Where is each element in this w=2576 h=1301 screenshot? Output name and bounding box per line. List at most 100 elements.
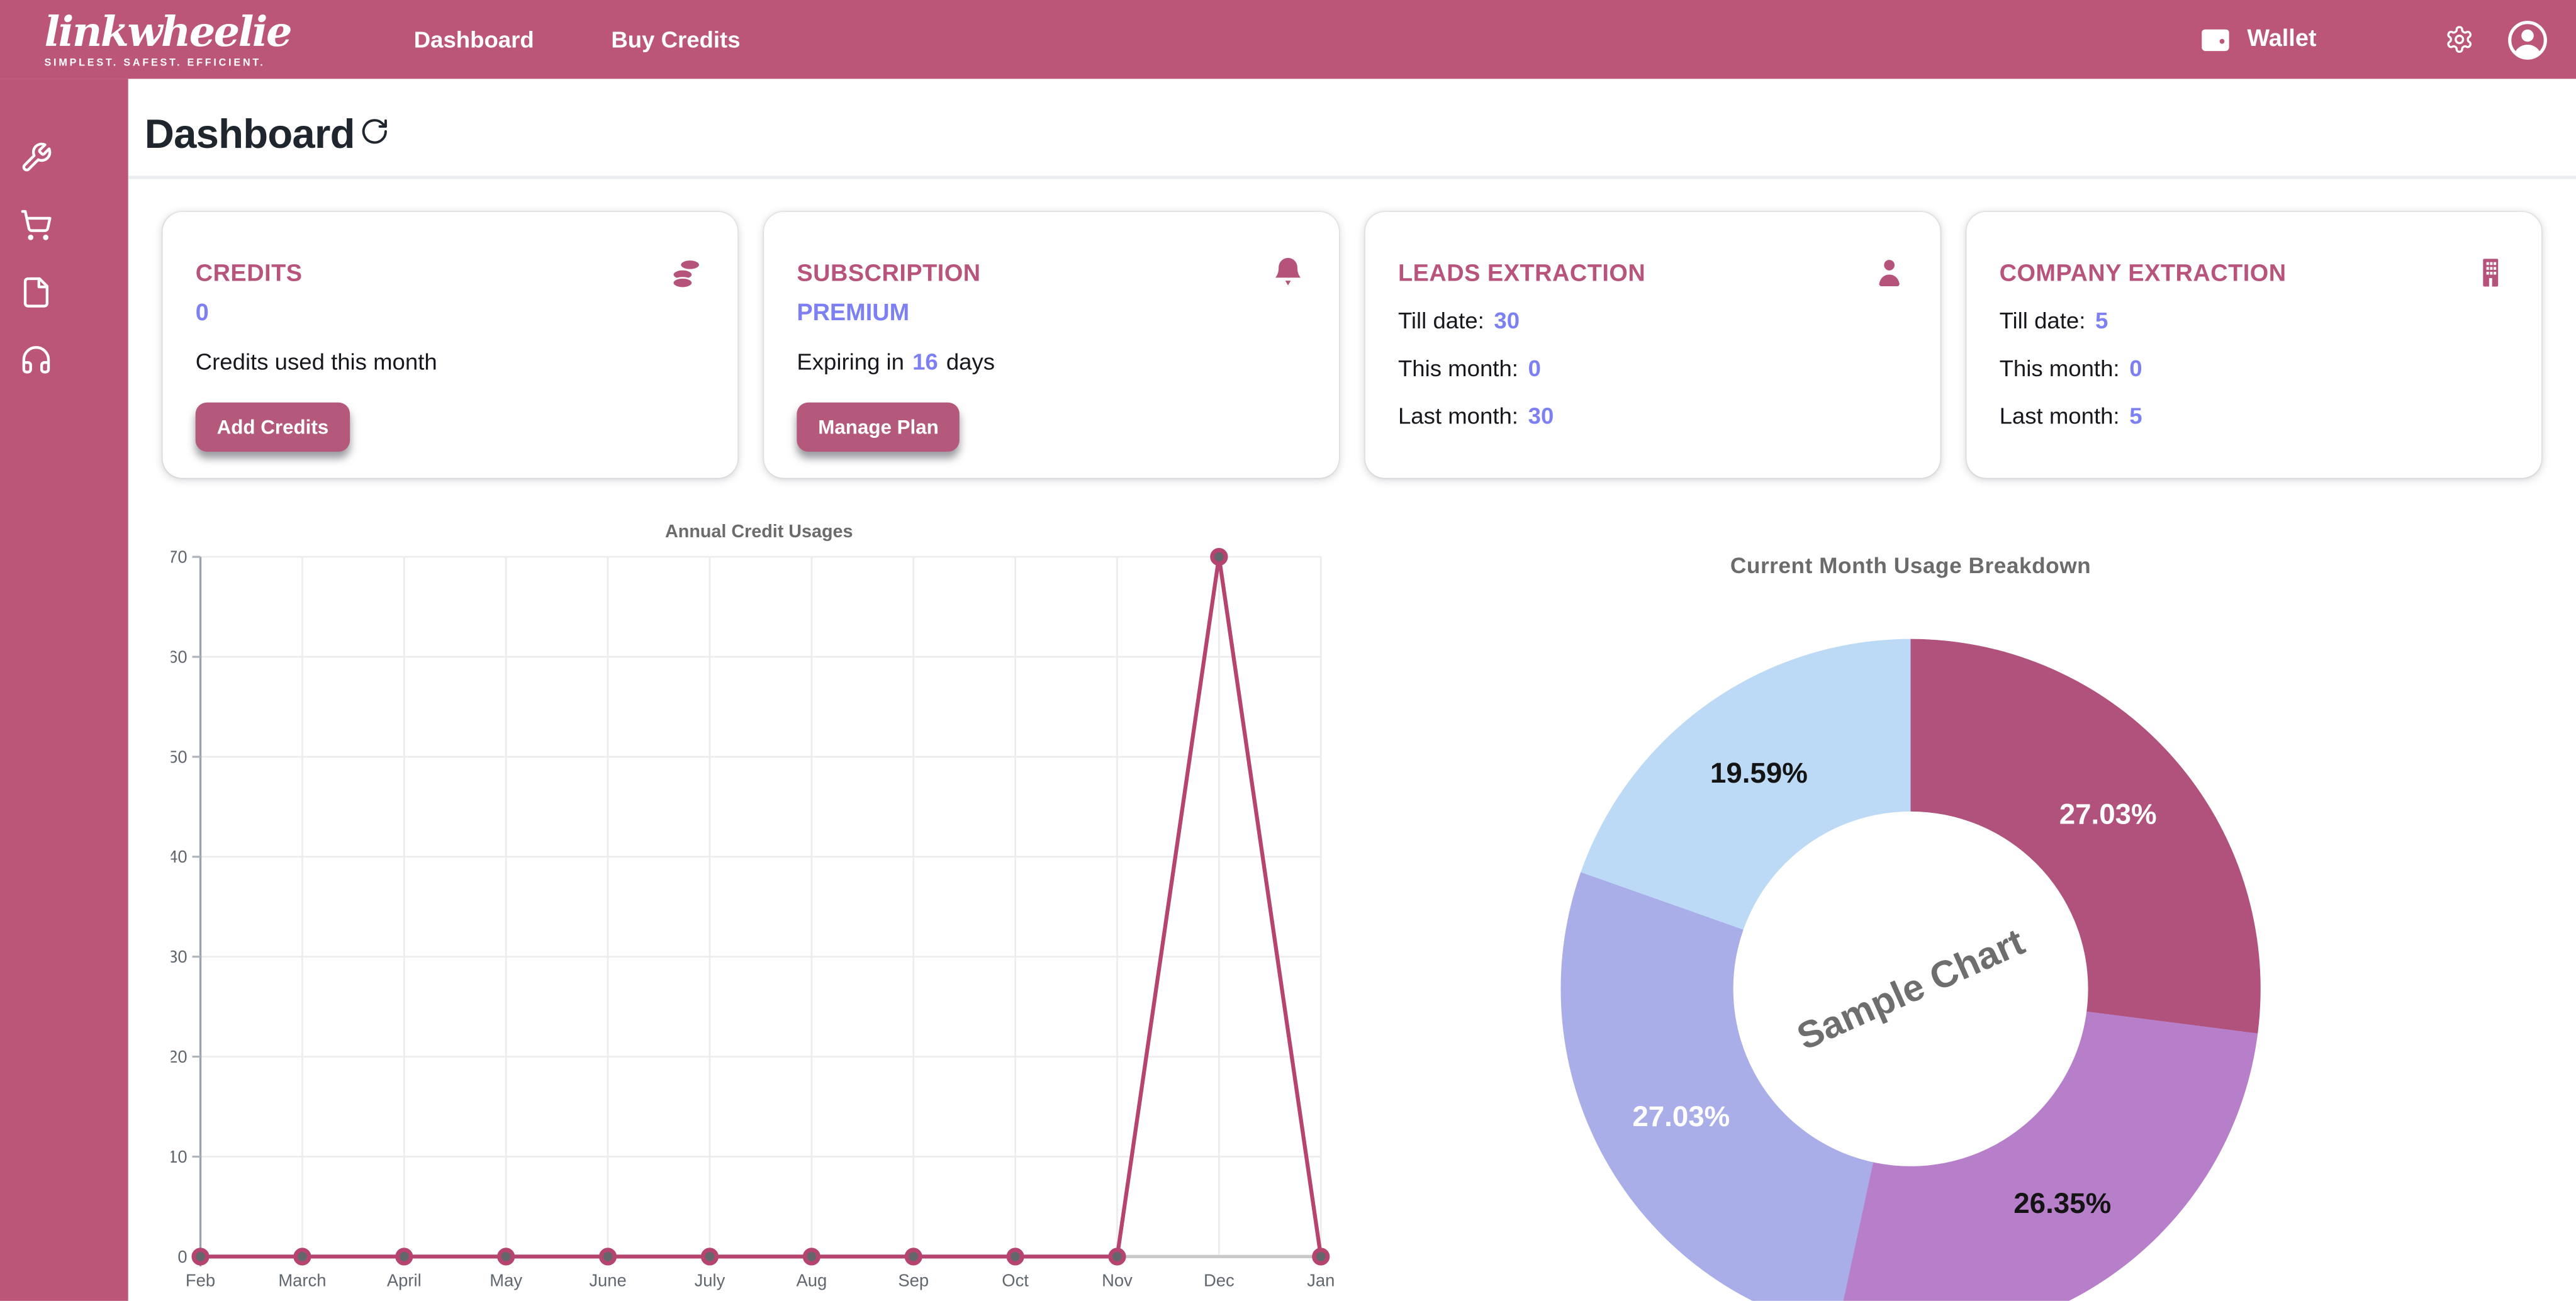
sidebar <box>0 79 128 1301</box>
headphones-icon[interactable] <box>20 343 52 376</box>
y-tick-label: 10 <box>171 1147 188 1166</box>
building-icon <box>2473 255 2509 291</box>
coins-icon <box>665 255 705 294</box>
x-tick-label: Feb <box>186 1270 215 1290</box>
person-icon <box>1871 255 1907 291</box>
add-credits-button[interactable]: Add Credits <box>196 403 350 452</box>
company-stats: Till date: 5 This month: 0 Last month: 5 <box>2000 307 2509 428</box>
card-title: COMPANY EXTRACTION <box>2000 261 2509 288</box>
gear-icon[interactable] <box>2444 25 2474 54</box>
main-nav: Dashboard Buy Credits <box>414 26 741 53</box>
donut-center-label: Sample Chart <box>1790 919 2030 1059</box>
x-tick-label: July <box>695 1270 725 1290</box>
summary-cards: CREDITS 0 Credits used this month Add Cr… <box>162 212 2541 478</box>
stat-row: Till date: 5 <box>2000 307 2509 333</box>
x-tick-label: Sep <box>898 1270 929 1290</box>
slice-label: 19.59% <box>1710 757 1808 791</box>
app: linkwheelie SIMPLEST. SAFEST. EFFICIENT.… <box>0 0 2576 1301</box>
wallet-icon <box>2198 22 2232 57</box>
y-tick-label: 70 <box>171 547 188 567</box>
wallet-button[interactable]: Wallet <box>2198 22 2316 57</box>
stat-row: Till date: 30 <box>1398 307 1907 333</box>
x-tick-label: Nov <box>1102 1270 1133 1290</box>
refresh-icon[interactable] <box>360 116 389 146</box>
subscription-card: SUBSCRIPTION PREMIUM Expiring in 16 days… <box>764 212 1339 478</box>
data-point[interactable] <box>296 1250 309 1263</box>
data-point[interactable] <box>499 1250 512 1263</box>
data-point[interactable] <box>1314 1250 1328 1263</box>
credits-value: 0 <box>196 301 705 327</box>
expiry-days: 16 <box>912 349 938 375</box>
screen: linkwheelie SIMPLEST. SAFEST. EFFICIENT.… <box>0 0 2576 1301</box>
stat-value: 5 <box>2095 307 2108 333</box>
data-point[interactable] <box>907 1250 920 1263</box>
slice-label: 27.03% <box>1632 1100 1730 1134</box>
heading-divider <box>128 176 2576 179</box>
slice-label: 26.35% <box>2013 1187 2111 1221</box>
series-line <box>201 557 1321 1256</box>
data-point[interactable] <box>194 1250 207 1263</box>
y-tick-label: 20 <box>171 1047 188 1066</box>
nav-item-buy-credits[interactable]: Buy Credits <box>611 26 740 53</box>
wrench-icon[interactable] <box>20 142 52 174</box>
leads-stats: Till date: 30 This month: 0 Last month: … <box>1398 307 1907 428</box>
card-title: LEADS EXTRACTION <box>1398 261 1907 288</box>
stat-label: Last month: <box>1398 403 1518 429</box>
donut-hole: Sample Chart <box>1733 812 2088 1166</box>
wallet-label: Wallet <box>2247 26 2316 53</box>
usage-breakdown-donut-chart[interactable]: Sample Chart 27.03% 26.35% 27.03% 19.59% <box>1560 639 2260 1301</box>
expiry-suffix: days <box>946 349 995 375</box>
x-tick-label: Jan <box>1307 1270 1335 1290</box>
credits-card: CREDITS 0 Credits used this month Add Cr… <box>162 212 737 478</box>
cart-icon[interactable] <box>20 209 52 242</box>
leads-extraction-card: LEADS EXTRACTION Till date: 30 This mont… <box>1365 212 1940 478</box>
stat-label: Till date: <box>2000 307 2086 333</box>
manage-plan-button[interactable]: Manage Plan <box>797 403 960 452</box>
subscription-plan: PREMIUM <box>797 301 1306 327</box>
y-tick-label: 30 <box>171 947 188 966</box>
data-point[interactable] <box>805 1250 818 1263</box>
data-point[interactable] <box>398 1250 411 1263</box>
x-tick-label: April <box>387 1270 422 1290</box>
credits-description: Credits used this month <box>196 349 705 375</box>
file-icon[interactable] <box>20 276 52 309</box>
y-tick-label: 0 <box>177 1247 187 1266</box>
page-title: Dashboard <box>145 113 355 156</box>
data-point[interactable] <box>1009 1250 1022 1263</box>
subscription-expiry: Expiring in 16 days <box>797 349 1306 375</box>
x-tick-label: June <box>589 1270 626 1290</box>
y-tick-label: 60 <box>171 647 188 666</box>
brand-tagline: SIMPLEST. SAFEST. EFFICIENT. <box>44 57 290 68</box>
stat-label: Last month: <box>2000 403 2120 429</box>
page-heading-row: Dashboard <box>145 113 389 156</box>
data-point[interactable] <box>1111 1250 1124 1263</box>
line-chart-canvas[interactable]: 0 10 20 30 40 50 60 70 Feb March April May June July A… <box>171 519 1347 1301</box>
y-tick-label: 40 <box>171 847 188 866</box>
x-tick-label: Aug <box>796 1270 827 1290</box>
stat-value: 30 <box>1494 307 1520 333</box>
card-title: SUBSCRIPTION <box>797 261 1306 288</box>
x-tick-label: March <box>278 1270 326 1290</box>
y-tick-label: 50 <box>171 747 188 766</box>
data-point[interactable] <box>703 1250 716 1263</box>
stat-row: This month: 0 <box>2000 355 2509 381</box>
line-chart-title: Annual Credit Usages <box>171 522 1347 542</box>
data-point[interactable] <box>1212 550 1226 563</box>
annual-credit-usages-chart: 0 10 20 30 40 50 60 70 Feb March April May June July A… <box>171 519 1347 1301</box>
x-tick-label: May <box>490 1270 522 1290</box>
bell-icon <box>1270 255 1306 291</box>
nav-item-dashboard[interactable]: Dashboard <box>414 26 534 53</box>
slice-label: 27.03% <box>2059 798 2157 832</box>
data-point[interactable] <box>601 1250 614 1263</box>
top-navbar: linkwheelie SIMPLEST. SAFEST. EFFICIENT.… <box>0 0 2576 79</box>
company-extraction-card: COMPANY EXTRACTION Till date: 5 This mon… <box>1966 212 2541 478</box>
user-avatar-icon[interactable] <box>2507 19 2548 60</box>
donut-chart-title: Current Month Usage Breakdown <box>1560 554 2260 578</box>
brand-logo[interactable]: linkwheelie SIMPLEST. SAFEST. EFFICIENT. <box>44 11 290 68</box>
stat-value: 0 <box>1528 355 1541 381</box>
navbar-right: Wallet <box>2198 19 2576 60</box>
card-title: CREDITS <box>196 261 705 288</box>
stat-row: Last month: 5 <box>2000 403 2509 429</box>
x-tick-label: Oct <box>1002 1270 1029 1290</box>
stat-row: This month: 0 <box>1398 355 1907 381</box>
